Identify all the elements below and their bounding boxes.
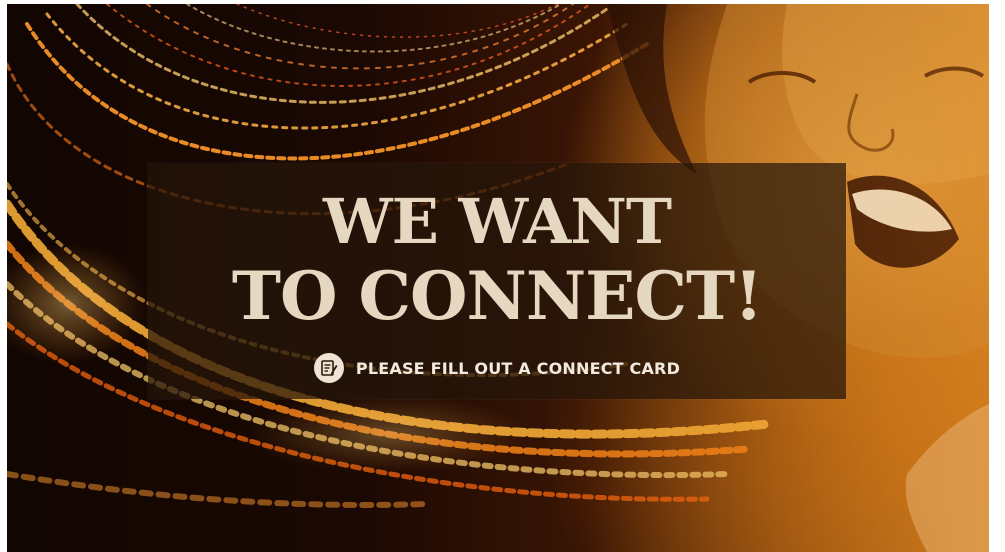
connect-card-prompt: PLEASE FILL OUT A CONNECT CARD [148,351,846,385]
headline-line-1: WE WANT [322,185,672,258]
connect-card-text: PLEASE FILL OUT A CONNECT CARD [355,358,681,378]
connect-card-icon [313,353,344,383]
headline-line-2: TO CONNECT! [231,257,763,335]
connect-slide: WE WANT TO CONNECT! PLEASE FILL OUT A CO… [7,4,989,552]
connect-banner: WE WANT TO CONNECT! PLEASE FILL OUT A CO… [148,163,846,399]
